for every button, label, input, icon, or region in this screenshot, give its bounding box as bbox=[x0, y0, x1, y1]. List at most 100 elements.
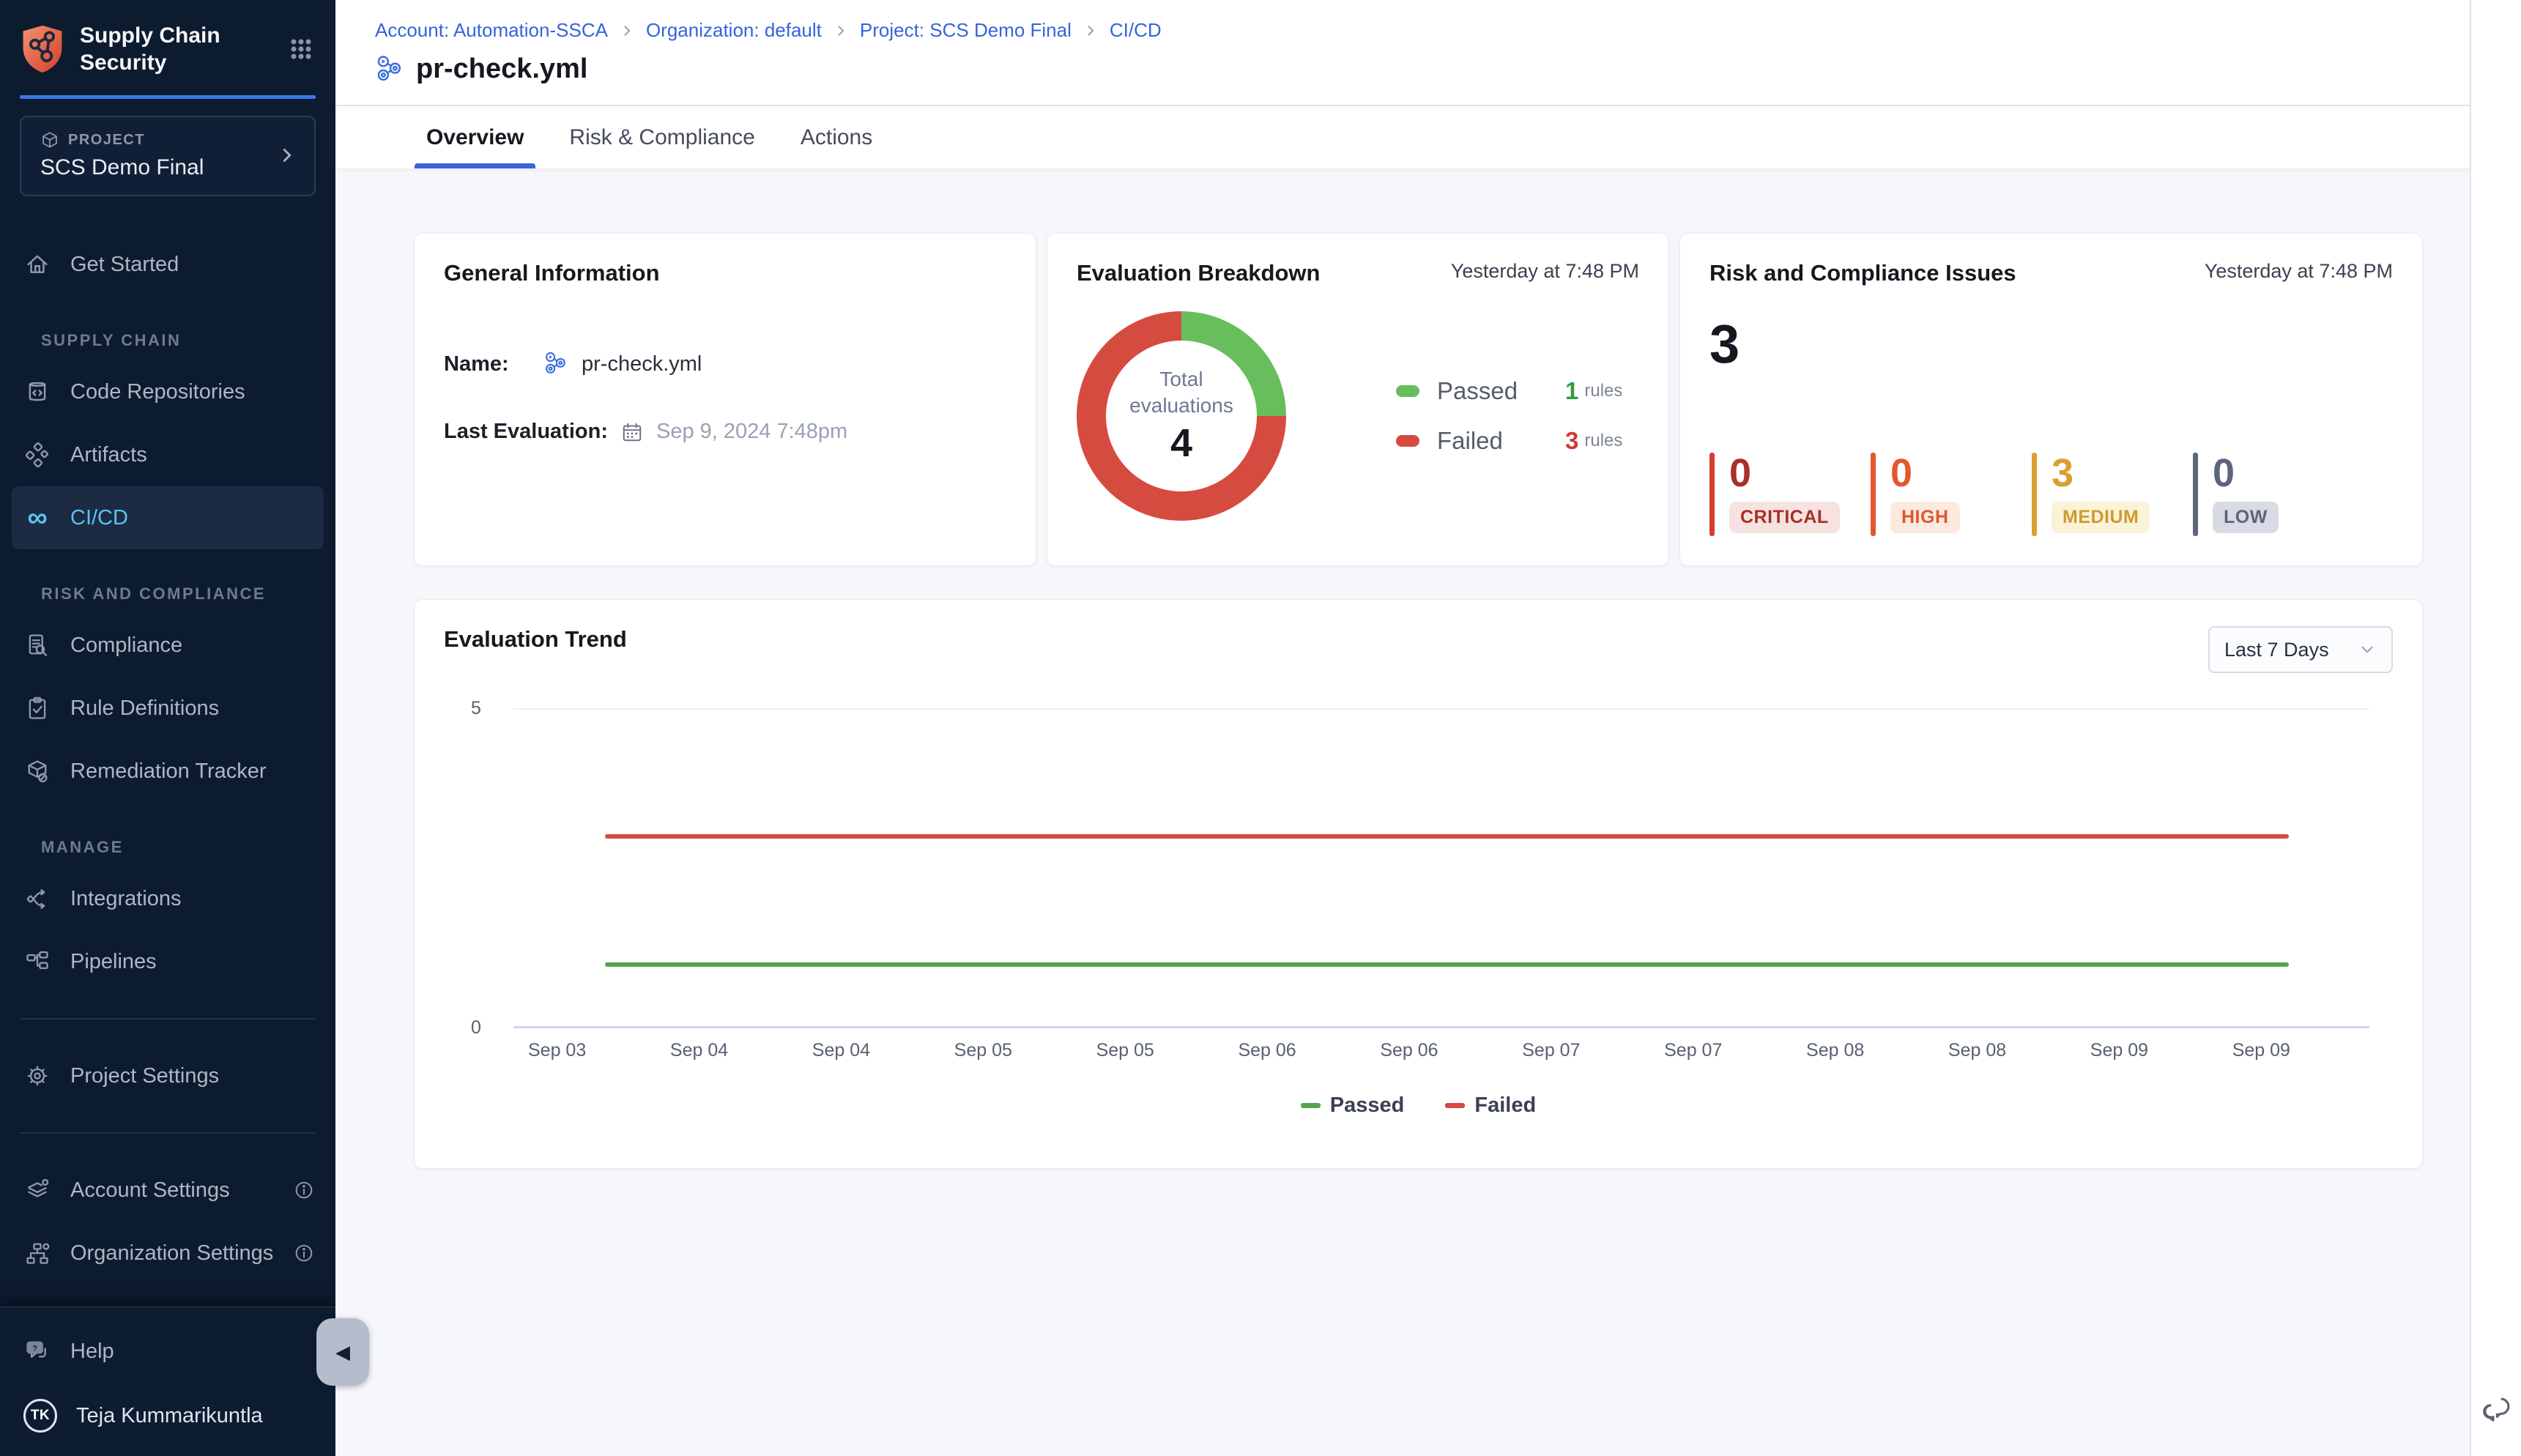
sidebar-item-label: CI/CD bbox=[70, 506, 128, 530]
breadcrumb-project-link[interactable]: Project: SCS Demo Final bbox=[860, 19, 1072, 42]
last-evaluation-label: Last Evaluation: bbox=[444, 420, 608, 444]
card-title: General Information bbox=[444, 260, 1006, 286]
infinity-icon: ∞ bbox=[23, 504, 51, 532]
chat-support-icon[interactable] bbox=[2479, 1394, 2513, 1428]
trend-chart: 5 0 Sep 03Sep 04 Sep 04Sep 05 Sep 05Sep … bbox=[444, 708, 2393, 1118]
sidebar-item-label: Account Settings bbox=[70, 1178, 230, 1203]
sidebar: Supply Chain Security bbox=[0, 0, 335, 1456]
x-axis-line bbox=[513, 1026, 2369, 1028]
sidebar-item-pipelines[interactable]: Pipelines bbox=[0, 930, 335, 993]
content-area: General Information Name: pr-check.yml bbox=[335, 168, 2470, 1169]
x-axis-labels: Sep 03Sep 04 Sep 04Sep 05 Sep 05Sep 06 S… bbox=[528, 1040, 2290, 1061]
sidebar-item-remediation-tracker[interactable]: Remediation Tracker bbox=[0, 740, 335, 803]
sidebar-item-integrations[interactable]: Integrations bbox=[0, 867, 335, 930]
section-header-manage: MANAGE bbox=[0, 833, 335, 861]
card-title: Evaluation Trend bbox=[444, 626, 627, 653]
main-area: Account: Automation-SSCA Organization: d… bbox=[335, 0, 2521, 1456]
sidebar-item-rule-definitions[interactable]: Rule Definitions bbox=[0, 677, 335, 740]
tab-actions[interactable]: Actions bbox=[796, 106, 877, 168]
sidebar-item-label: Organization Settings bbox=[70, 1241, 273, 1266]
page-title: pr-check.yml bbox=[416, 53, 587, 85]
sidebar-item-code-repositories[interactable]: Code Repositories bbox=[0, 360, 335, 423]
cube-icon bbox=[40, 130, 59, 149]
sidebar-item-organization-settings[interactable]: Organization Settings bbox=[0, 1222, 335, 1285]
legend-item-passed: Passed 1 rules bbox=[1396, 377, 1622, 405]
section-header-risk-compliance: RISK AND COMPLIANCE bbox=[0, 580, 335, 608]
sidebar-item-label: Project Settings bbox=[70, 1064, 219, 1088]
sidebar-user[interactable]: TK Teja Kummarikuntla bbox=[0, 1389, 335, 1442]
severity-bar bbox=[2193, 453, 2198, 536]
calendar-icon bbox=[621, 421, 643, 443]
clipboard-check-icon bbox=[23, 695, 51, 721]
trend-legend: Passed Failed bbox=[444, 1093, 2393, 1118]
time-range-dropdown[interactable]: Last 7 Days bbox=[2208, 626, 2393, 673]
high-badge: HIGH bbox=[1890, 502, 1960, 533]
info-icon[interactable] bbox=[293, 1242, 315, 1264]
avatar: TK bbox=[23, 1399, 57, 1433]
project-name: SCS Demo Final bbox=[40, 155, 276, 180]
integrations-icon bbox=[23, 885, 51, 912]
svg-text:?: ? bbox=[32, 1344, 37, 1353]
info-icon[interactable] bbox=[293, 1179, 315, 1201]
breadcrumb-cicd-link[interactable]: CI/CD bbox=[1110, 19, 1162, 42]
donut-total-value: 4 bbox=[1170, 420, 1192, 466]
home-icon bbox=[23, 251, 51, 278]
legend-item-failed: Failed 3 rules bbox=[1396, 427, 1622, 455]
code-repo-icon bbox=[23, 379, 51, 405]
chevron-right-icon bbox=[276, 144, 298, 166]
failed-series-line bbox=[605, 834, 2289, 839]
section-header-supply-chain: SUPPLY CHAIN bbox=[0, 327, 335, 354]
tab-overview[interactable]: Overview bbox=[422, 106, 528, 168]
legend-item-passed: Passed bbox=[1301, 1093, 1405, 1118]
sidebar-item-label: Pipelines bbox=[70, 950, 157, 974]
supply-chain-security-logo-icon bbox=[20, 24, 65, 74]
severity-bar bbox=[2032, 453, 2037, 536]
product-name: Supply Chain Security bbox=[80, 22, 286, 76]
severity-row: 0 CRITICAL 0 HIGH bbox=[1709, 453, 2393, 536]
user-name: Teja Kummarikuntla bbox=[76, 1404, 263, 1428]
collapse-arrow-icon: ◀ bbox=[335, 1341, 350, 1364]
sidebar-item-cicd[interactable]: ∞ CI/CD bbox=[12, 486, 324, 549]
gridline bbox=[513, 708, 2369, 710]
sidebar-item-label: Help bbox=[70, 1340, 114, 1364]
name-label: Name: bbox=[444, 352, 530, 376]
severity-medium: 3 MEDIUM bbox=[2032, 453, 2193, 536]
sidebar-footer: ? Help TK Teja Kummarikuntla bbox=[0, 1307, 335, 1456]
medium-badge: MEDIUM bbox=[2052, 502, 2150, 533]
sidebar-item-artifacts[interactable]: Artifacts bbox=[0, 423, 335, 486]
total-issues-value: 3 bbox=[1709, 317, 2393, 371]
low-badge: LOW bbox=[2213, 502, 2279, 533]
pipeline-file-icon bbox=[543, 351, 568, 377]
org-chart-gear-icon bbox=[23, 1240, 51, 1266]
breadcrumb-account-link[interactable]: Account: Automation-SSCA bbox=[375, 19, 608, 42]
breakdown-legend: Passed 1 rules Failed 3 rules bbox=[1396, 377, 1622, 455]
legend-item-failed: Failed bbox=[1445, 1093, 1536, 1118]
sidebar-item-label: Integrations bbox=[70, 887, 182, 911]
sidebar-item-get-started[interactable]: Get Started bbox=[0, 233, 335, 296]
sidebar-item-account-settings[interactable]: Account Settings bbox=[0, 1159, 335, 1222]
breadcrumb-organization-link[interactable]: Organization: default bbox=[646, 19, 822, 42]
critical-count: 0 bbox=[1729, 453, 1840, 494]
failed-count: 3 bbox=[1565, 427, 1578, 455]
card-title: Evaluation Breakdown bbox=[1077, 260, 1320, 286]
project-selector[interactable]: PROJECT SCS Demo Final bbox=[20, 116, 316, 196]
severity-low: 0 LOW bbox=[2193, 453, 2354, 536]
gear-icon bbox=[23, 1063, 51, 1089]
sidebar-collapse-handle[interactable]: ◀ bbox=[316, 1318, 369, 1386]
sidebar-item-help[interactable]: ? Help bbox=[0, 1326, 335, 1376]
evaluation-breakdown-card: Evaluation Breakdown Yesterday at 7:48 P… bbox=[1047, 233, 1669, 566]
module-switcher-grid-icon[interactable] bbox=[286, 34, 316, 64]
chevron-right-icon bbox=[1083, 23, 1098, 38]
y-axis-tick-0: 0 bbox=[471, 1017, 481, 1039]
sidebar-item-label: Rule Definitions bbox=[70, 697, 219, 721]
evaluation-trend-card: Evaluation Trend Last 7 Days 5 0 bbox=[414, 599, 2423, 1169]
sidebar-nav: Get Started SUPPLY CHAIN Code Repositori… bbox=[0, 233, 335, 1285]
tab-risk-compliance[interactable]: Risk & Compliance bbox=[565, 106, 759, 168]
chevron-right-icon bbox=[620, 23, 634, 38]
passed-line-swatch bbox=[1301, 1103, 1321, 1108]
project-eyebrow: PROJECT bbox=[68, 132, 145, 149]
sidebar-accent-bar bbox=[20, 95, 316, 99]
sidebar-item-project-settings[interactable]: Project Settings bbox=[0, 1044, 335, 1107]
donut-center-label: Total evaluations bbox=[1119, 366, 1244, 420]
sidebar-item-compliance[interactable]: Compliance bbox=[0, 614, 335, 677]
